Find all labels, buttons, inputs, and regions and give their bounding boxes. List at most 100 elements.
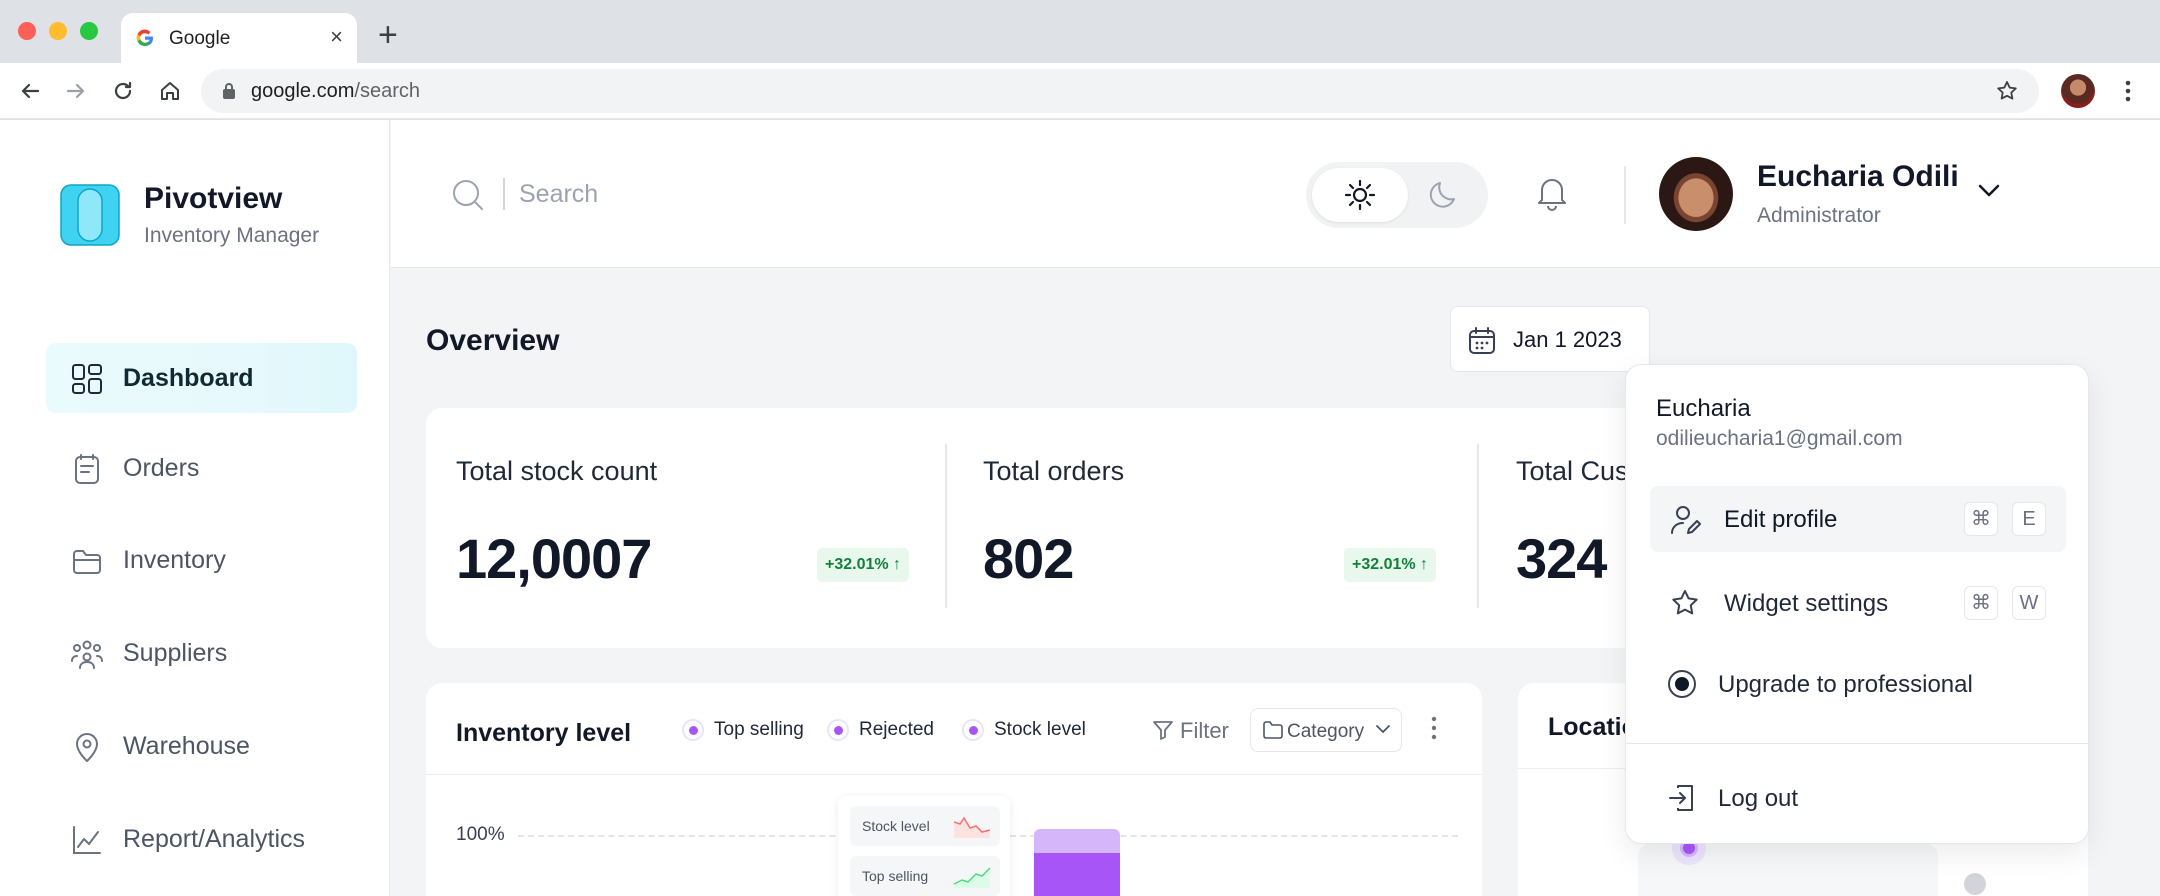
card-divider [426,774,1482,775]
window-minimize-button[interactable] [49,22,67,40]
chart-tooltip: Stock level Top selling [838,796,1010,896]
tooltip-label: Top selling [862,868,929,884]
chevron-down-icon[interactable] [1976,182,2002,198]
window-zoom-button[interactable] [80,22,98,40]
legend-dot-icon [962,719,984,741]
location-pin-icon [76,733,98,762]
browser-profile-avatar[interactable] [2061,74,2095,108]
menu-item-widget-settings[interactable]: Widget settings ⌘ W [1650,570,2066,636]
tooltip-label: Stock level [862,818,930,834]
y-axis-tick: 100% [456,824,505,845]
card-title: Inventory level [456,719,632,747]
menu-item-label: Edit profile [1724,506,1838,533]
back-arrow-icon[interactable] [16,77,44,105]
forward-arrow-icon[interactable] [62,77,90,105]
growth-badge: +32.01% ↑ [817,548,910,582]
browser-tab-bar: Google × + [0,0,2160,63]
home-icon[interactable] [156,77,184,105]
chevron-down-icon [1376,725,1390,734]
menu-item-label: Upgrade to professional [1718,671,1973,698]
user-role: Administrator [1757,204,1881,227]
menu-item-edit-profile[interactable]: Edit profile ⌘ E [1650,486,2066,552]
sidebar: Pivotview Inventory Manager Dashboard Or… [0,120,390,896]
legend-dot-icon [827,719,849,741]
growth-badge: +32.01% ↑ [1344,548,1437,582]
user-edit-icon [1671,506,1701,534]
lock-icon [223,83,235,99]
search-divider [503,178,505,210]
inventory-icon [73,550,101,574]
pivotview-logo-icon [60,184,120,246]
url-path: /search [354,80,420,102]
menu-item-label: Widget settings [1724,590,1889,617]
filter-button[interactable]: Filter [1152,718,1229,744]
search-input[interactable] [519,174,919,214]
legend-rejected[interactable]: Rejected [827,719,934,741]
search-icon [453,180,483,210]
logout-icon [1669,785,1693,811]
sidebar-item-suppliers[interactable]: Suppliers [46,618,357,688]
command-key-icon: ⌘ [1964,502,1998,536]
top-header: Eucharia Odili Administrator [391,120,2160,268]
chart-bar-segment [1034,829,1120,853]
reload-icon[interactable] [109,77,137,105]
user-dropdown-menu: Eucharia odilieucharia1@gmail.com Edit p… [1625,364,2089,844]
sidebar-item-label: Dashboard [123,364,254,392]
legend-label: Stock level [994,719,1086,740]
header-divider [1624,166,1626,224]
sidebar-item-inventory[interactable]: Inventory [46,525,357,595]
brand-subtitle: Inventory Manager [144,224,320,247]
url-text: google.com/search [251,80,420,103]
chart-bar [1034,853,1120,896]
new-tab-button[interactable]: + [378,18,398,52]
dropdown-user-email: odilieucharia1@gmail.com [1656,427,1903,450]
command-key-icon: ⌘ [1964,586,1998,620]
map-marker[interactable] [1964,873,1986,895]
notification-bell-icon[interactable] [1536,174,1568,212]
orders-icon [75,454,99,484]
shortcut-key: E [2012,502,2046,536]
bookmark-star-icon[interactable] [1995,79,2019,103]
legend-label: Rejected [859,719,934,740]
filter-icon [1153,721,1173,740]
sidebar-item-report-analytics[interactable]: Report/Analytics [46,804,357,874]
menu-divider [1626,743,2088,744]
menu-item-upgrade[interactable]: Upgrade to professional [1650,651,2066,717]
tooltip-row-stock-level: Stock level [850,806,1000,846]
theme-toggle[interactable] [1306,162,1488,228]
user-name[interactable]: Eucharia Odili [1757,160,1959,194]
light-mode-button[interactable] [1312,168,1408,222]
browser-menu-icon[interactable] [2122,77,2134,105]
stat-value: 802 [983,527,1074,590]
stat-total-orders: Total orders 802 +32.01% ↑ [953,408,1483,648]
stat-value: 12,0007 [456,527,652,590]
more-vertical-icon[interactable] [1430,713,1438,743]
tab-title: Google [169,28,231,49]
google-favicon-icon [136,29,153,47]
category-select[interactable]: Category [1250,708,1402,752]
stat-divider [945,444,947,608]
stat-divider [1477,444,1479,608]
user-avatar[interactable] [1659,157,1733,231]
suppliers-icon [71,640,103,669]
menu-item-logout[interactable]: Log out [1650,765,2066,831]
browser-toolbar: google.com/search [0,63,2160,119]
date-label: Jan 1 2023 [1513,327,1622,352]
sun-icon [1344,179,1376,211]
sidebar-item-label: Suppliers [123,639,228,667]
moon-icon[interactable] [1426,177,1462,213]
calendar-icon [1469,327,1495,354]
legend-stock-level[interactable]: Stock level [962,719,1086,741]
dropdown-user-name: Eucharia [1656,395,1751,422]
sidebar-item-orders[interactable]: Orders [46,433,357,503]
filter-label: Filter [1180,718,1229,743]
window-close-button[interactable] [18,22,36,40]
date-picker[interactable]: Jan 1 2023 [1450,306,1650,372]
browser-tab[interactable]: Google × [121,13,357,63]
sidebar-item-dashboard[interactable]: Dashboard [46,343,357,413]
stats-card: Total stock count 12,0007 +32.01% ↑ Tota… [426,408,1786,648]
sidebar-item-warehouse[interactable]: Warehouse [46,711,357,781]
tab-close-icon[interactable]: × [330,25,343,49]
address-bar[interactable]: google.com/search [201,69,2039,113]
legend-top-selling[interactable]: Top selling [682,719,804,741]
